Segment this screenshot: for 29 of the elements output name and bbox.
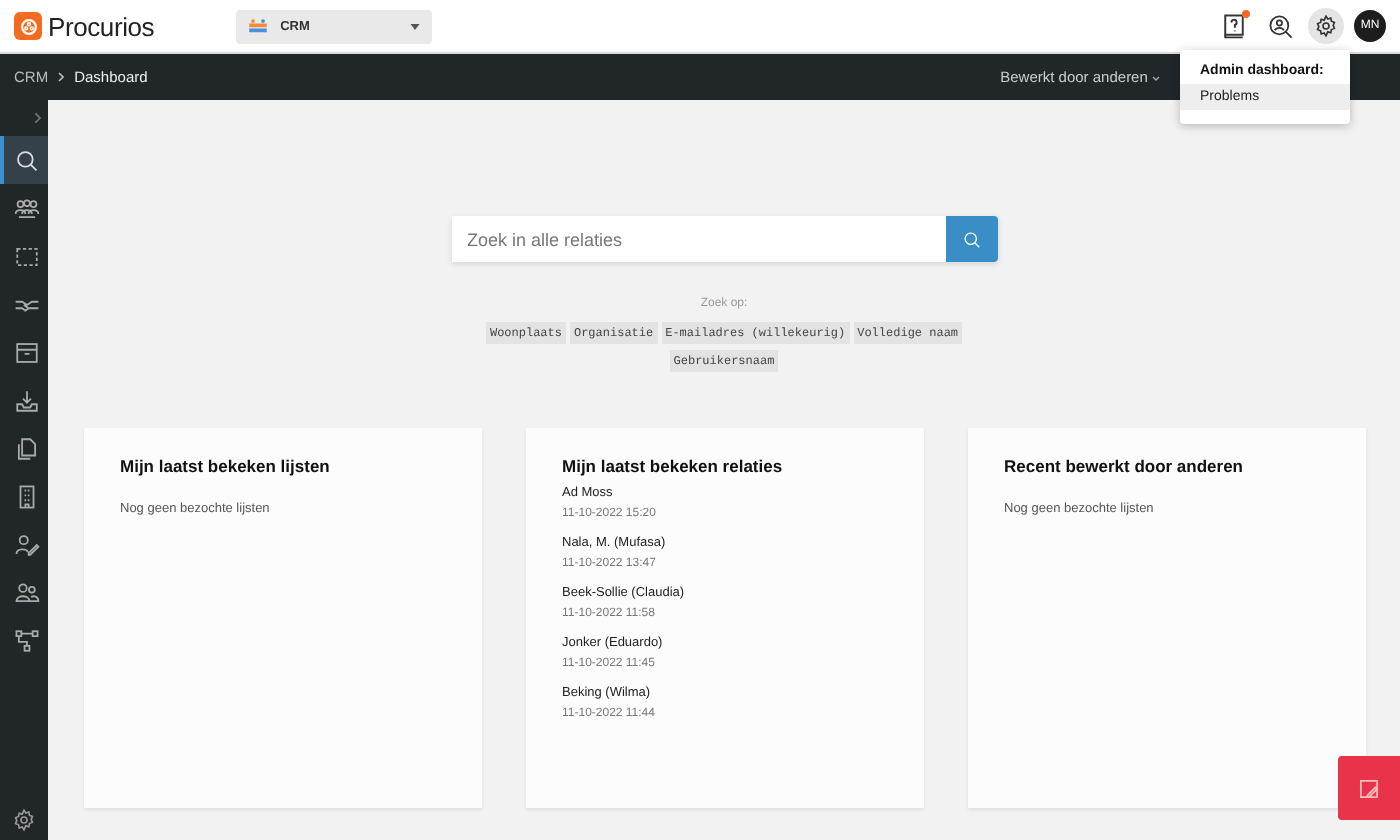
card-title: Recent bewerkt door anderen [1004,456,1246,476]
search-button[interactable] [945,216,997,262]
people-icon [13,195,39,221]
inbox-tray-icon [13,387,39,413]
card-title: Mijn laatst bekeken lijsten [120,456,332,476]
caret-icon [1152,76,1160,82]
chevron-icon [58,72,65,82]
brand-name: Procurios [48,11,155,41]
help-book-icon [1220,12,1248,40]
card-title: Mijn laatst bekeken relaties [562,456,785,476]
people-icon [248,16,269,36]
user-edit-icon [13,531,39,557]
dashed-square-icon [13,243,39,269]
settings-button[interactable] [1308,8,1344,44]
users-icon [13,579,39,605]
user-search-icon [1267,13,1293,39]
search-icon [961,229,981,249]
note-edit-icon [1356,775,1382,801]
feedback-button[interactable] [1338,756,1400,820]
caret-icon [410,23,421,29]
search-field[interactable]: Zoek in alle relaties [451,216,997,262]
settings-icon [12,808,36,832]
documents-icon [13,435,39,461]
search-icon [13,147,39,173]
settings-icon [1314,14,1338,38]
sidebar-item[interactable] [0,136,48,184]
archive-box-icon [13,339,39,365]
flow-nodes-icon [13,627,39,653]
expand-icon[interactable] [34,112,42,124]
